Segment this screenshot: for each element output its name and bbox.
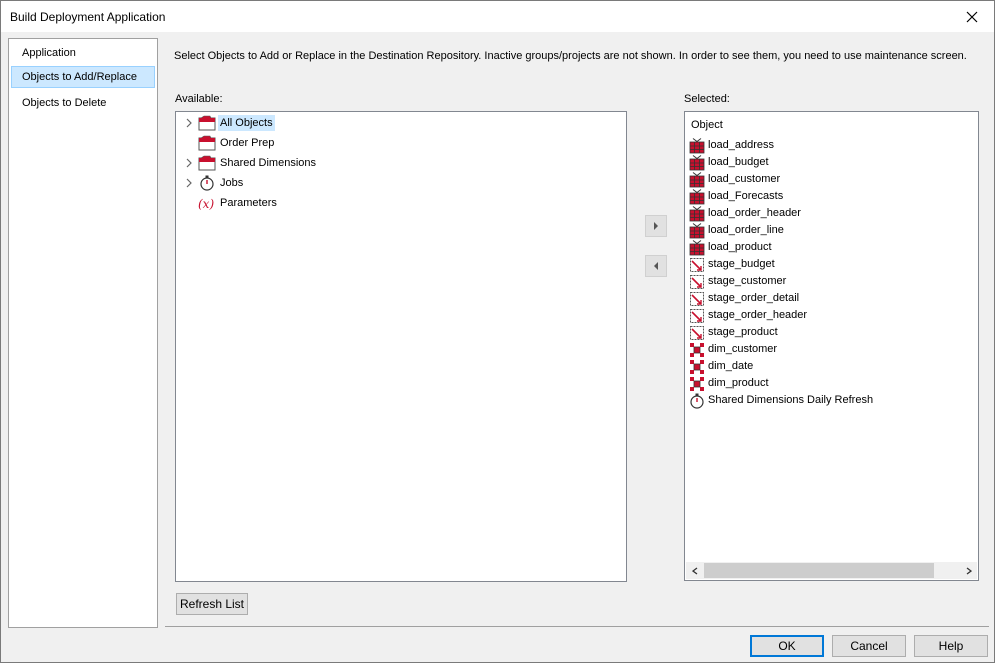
dimension-table-icon: [690, 343, 704, 357]
close-icon: [966, 11, 977, 22]
list-item[interactable]: stage_product: [689, 324, 969, 341]
stage-table-icon: [690, 309, 704, 323]
list-item-label: stage_order_detail: [708, 292, 800, 304]
list-item[interactable]: load_order_header: [689, 205, 969, 222]
dimension-table-icon: [690, 377, 704, 391]
tree-item-shared-dimensions[interactable]: Shared Dimensions: [176, 153, 596, 173]
chevron-right-icon[interactable]: [184, 177, 194, 189]
chevron-left-icon: [691, 566, 697, 575]
tree-item-jobs[interactable]: Jobs: [176, 173, 596, 193]
scroll-left-button[interactable]: [686, 562, 703, 579]
folder-icon: [198, 115, 216, 131]
list-item[interactable]: load_product: [689, 239, 969, 256]
navigation-pane: Application Objects to Add/Replace Objec…: [8, 38, 158, 628]
list-item[interactable]: stage_budget: [689, 256, 969, 273]
chevron-right-icon[interactable]: [184, 117, 194, 129]
stage-table-icon: [690, 258, 704, 272]
list-item[interactable]: dim_product: [689, 375, 969, 392]
list-item[interactable]: load_order_line: [689, 222, 969, 239]
selected-list[interactable]: Object load_address load_budget load_custo…: [684, 111, 979, 581]
stage-table-icon: [690, 275, 704, 289]
tree-item-parameters[interactable]: (x) Parameters: [176, 193, 596, 213]
list-item-label: load_Forecasts: [708, 190, 784, 202]
chevron-right-icon[interactable]: [184, 157, 194, 169]
nav-item-objects-to-add-replace[interactable]: Objects to Add/Replace: [11, 66, 155, 88]
dimension-table-icon: [690, 360, 704, 374]
list-item-label: load_order_header: [708, 207, 801, 219]
load-table-icon: [689, 206, 705, 222]
list-item[interactable]: dim_date: [689, 358, 969, 375]
list-item[interactable]: Shared Dimensions Daily Refresh: [689, 392, 969, 409]
svg-text:(x): (x): [198, 197, 214, 211]
load-table-icon: [689, 172, 705, 188]
tree-item-label: Parameters: [220, 197, 277, 209]
list-item-label: load_address: [708, 139, 775, 151]
arrow-left-icon: [654, 262, 658, 270]
scrollbar-thumb[interactable]: [704, 563, 934, 578]
folder-icon: [198, 155, 216, 171]
list-item-label: load_product: [708, 241, 772, 253]
arrow-right-icon: [654, 222, 658, 230]
list-item-label: dim_product: [708, 377, 769, 389]
list-item[interactable]: load_Forecasts: [689, 188, 969, 205]
list-item-label: dim_customer: [708, 343, 778, 355]
list-item-label: dim_date: [708, 360, 754, 372]
tree-item-all-objects[interactable]: All Objects: [176, 113, 596, 133]
chevron-right-icon: [966, 566, 972, 575]
available-tree[interactable]: All Objects Order Prep Shared Dimensions: [175, 111, 627, 582]
list-item[interactable]: load_address: [689, 137, 969, 154]
nav-item-objects-to-delete[interactable]: Objects to Delete: [11, 92, 155, 114]
load-table-icon: [689, 138, 705, 154]
tree-item-label: Shared Dimensions: [220, 157, 316, 169]
ok-button[interactable]: OK: [750, 635, 824, 657]
title-bar: Build Deployment Application: [1, 1, 994, 32]
list-item-label: load_order_line: [708, 224, 784, 236]
build-deployment-dialog: Build Deployment Application Application…: [0, 0, 995, 663]
stopwatch-icon: [200, 175, 214, 191]
list-item-label: load_customer: [708, 173, 781, 185]
help-button[interactable]: Help: [914, 635, 988, 657]
separator: [165, 626, 989, 627]
available-label: Available:: [175, 93, 223, 105]
window-title: Build Deployment Application: [10, 10, 166, 24]
tree-item-label: Order Prep: [220, 137, 275, 149]
horizontal-scrollbar[interactable]: [686, 562, 977, 579]
tree-item-label: All Objects: [218, 115, 275, 131]
list-item-label: stage_order_header: [708, 309, 808, 321]
remove-from-selected-button[interactable]: [645, 255, 667, 277]
list-item-label: Shared Dimensions Daily Refresh: [708, 394, 874, 406]
load-table-icon: [689, 189, 705, 205]
load-table-icon: [689, 155, 705, 171]
column-header-object[interactable]: Object: [691, 119, 723, 131]
parameter-icon: (x): [198, 197, 214, 211]
stage-table-icon: [690, 292, 704, 306]
tree-item-label: Jobs: [220, 177, 244, 189]
stopwatch-icon: [690, 393, 704, 409]
list-item-label: stage_customer: [708, 275, 787, 287]
list-item[interactable]: stage_order_header: [689, 307, 969, 324]
refresh-list-button[interactable]: Refresh List: [176, 593, 248, 615]
cancel-button[interactable]: Cancel: [832, 635, 906, 657]
tree-item-order-prep[interactable]: Order Prep: [176, 133, 596, 153]
folder-icon: [198, 135, 216, 151]
list-item-label: stage_product: [708, 326, 778, 338]
add-to-selected-button[interactable]: [645, 215, 667, 237]
scroll-right-button[interactable]: [960, 562, 977, 579]
instructions-text: Select Objects to Add or Replace in the …: [174, 50, 967, 62]
close-button[interactable]: [949, 1, 994, 32]
list-item[interactable]: stage_customer: [689, 273, 969, 290]
nav-item-application[interactable]: Application: [11, 42, 155, 64]
list-item[interactable]: load_customer: [689, 171, 969, 188]
list-item-label: load_budget: [708, 156, 769, 168]
load-table-icon: [689, 240, 705, 256]
list-item-label: stage_budget: [708, 258, 775, 270]
load-table-icon: [689, 223, 705, 239]
selected-label: Selected:: [684, 93, 730, 105]
stage-table-icon: [690, 326, 704, 340]
list-item[interactable]: load_budget: [689, 154, 969, 171]
list-item[interactable]: dim_customer: [689, 341, 969, 358]
list-item[interactable]: stage_order_detail: [689, 290, 969, 307]
